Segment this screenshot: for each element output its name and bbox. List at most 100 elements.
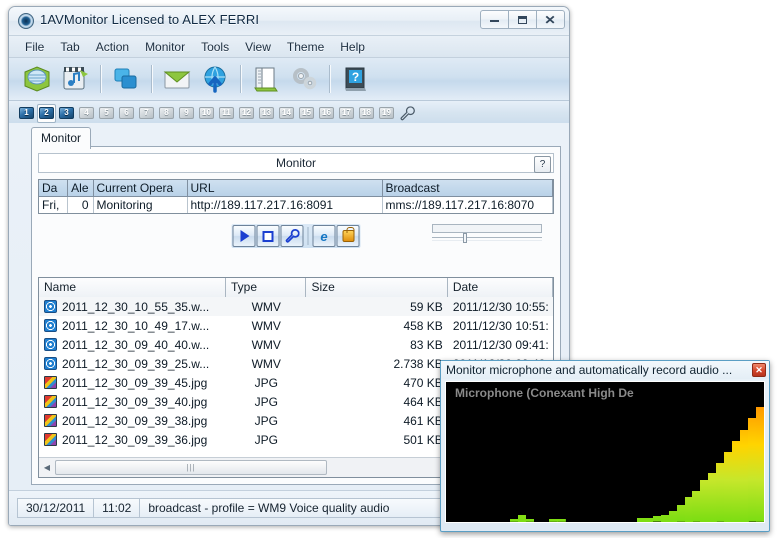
file-list-header: Name Type Size Date bbox=[39, 278, 553, 298]
menu-help[interactable]: Help bbox=[332, 38, 373, 56]
wmv-file-icon bbox=[44, 319, 57, 332]
jpg-file-icon bbox=[44, 414, 57, 427]
file-type: JPG bbox=[226, 414, 306, 428]
file-name-cell: 2011_12_30_09_40_40.w... bbox=[39, 338, 226, 352]
toolbar: ? bbox=[9, 58, 569, 101]
monitor-tab-15[interactable]: 15 bbox=[297, 104, 316, 123]
maximize-icon bbox=[518, 16, 527, 24]
gears-settings-icon[interactable] bbox=[286, 61, 322, 97]
lock-button[interactable] bbox=[337, 225, 360, 247]
monitor-tab-1[interactable]: 1 bbox=[17, 104, 36, 123]
monitor-tab-6[interactable]: 6 bbox=[117, 104, 136, 123]
mail-envelope-icon[interactable] bbox=[159, 61, 195, 97]
file-name-cell: 2011_12_30_10_49_17.w... bbox=[39, 319, 226, 333]
wrench-icon bbox=[285, 229, 299, 243]
menu-tools[interactable]: Tools bbox=[193, 38, 237, 56]
archive-inbox-icon[interactable] bbox=[19, 61, 55, 97]
toolbar-separator-4 bbox=[329, 65, 330, 93]
cell-alerts: 0 bbox=[67, 197, 93, 214]
menu-tab[interactable]: Tab bbox=[52, 38, 87, 56]
overlap-shapes-icon[interactable] bbox=[108, 61, 144, 97]
tab-monitor[interactable]: Monitor bbox=[31, 127, 91, 149]
file-size: 501 KB bbox=[306, 433, 447, 447]
monitor-tab-2[interactable]: 2 bbox=[37, 104, 56, 123]
monitor-status-grid: Da Ale Current Opera URL Broadcast Fri, … bbox=[38, 179, 554, 214]
toolbar-separator-3 bbox=[240, 65, 241, 93]
monitor-tab-19[interactable]: 19 bbox=[377, 104, 396, 123]
monitor-grid-header-row: Da Ale Current Opera URL Broadcast bbox=[39, 180, 553, 197]
transport-separator bbox=[308, 227, 309, 245]
browser-button[interactable]: e bbox=[313, 225, 336, 247]
help-book-icon[interactable]: ? bbox=[337, 61, 373, 97]
monitor-tab-4[interactable]: 4 bbox=[77, 104, 96, 123]
monitor-tab-13[interactable]: 13 bbox=[257, 104, 276, 123]
col-url[interactable]: URL bbox=[187, 180, 382, 197]
lock-icon bbox=[342, 230, 354, 242]
col-alerts[interactable]: Ale bbox=[67, 180, 93, 197]
monitor-tab-10[interactable]: 10 bbox=[197, 104, 216, 123]
list-item[interactable]: 2011_12_30_10_49_17.w... WMV 458 KB 2011… bbox=[39, 316, 553, 335]
globe-upload-icon[interactable] bbox=[197, 61, 233, 97]
stop-icon bbox=[263, 231, 274, 242]
col-size[interactable]: Size bbox=[306, 278, 447, 297]
scroll-left-arrow-icon[interactable]: ◀ bbox=[39, 459, 55, 476]
file-name-cell: 2011_12_30_09_39_38.jpg bbox=[39, 414, 226, 428]
slider-thumb[interactable] bbox=[463, 233, 467, 243]
table-row[interactable]: Fri, 0 Monitoring http://189.117.217.16:… bbox=[39, 197, 553, 214]
monitor-screen-icon: 7 bbox=[139, 107, 154, 119]
svg-text:?: ? bbox=[352, 70, 359, 84]
monitor-tab-18[interactable]: 18 bbox=[357, 104, 376, 123]
level-slider[interactable] bbox=[432, 236, 542, 240]
file-name: 2011_12_30_09_39_40.jpg bbox=[62, 395, 207, 409]
settings-wrench-button[interactable] bbox=[281, 225, 304, 247]
play-button[interactable] bbox=[233, 225, 256, 247]
file-date: 2011/12/30 10:55: bbox=[448, 300, 553, 314]
audio-spectrum bbox=[446, 382, 764, 522]
col-name[interactable]: Name bbox=[39, 278, 226, 297]
menu-action[interactable]: Action bbox=[88, 38, 137, 56]
microphone-close-button[interactable]: ✕ bbox=[752, 363, 766, 377]
monitor-tab-16[interactable]: 16 bbox=[317, 104, 336, 123]
monitor-screen-icon: 1 bbox=[19, 107, 34, 119]
window-title: 1AVMonitor Licensed to ALEX FERRI bbox=[40, 12, 259, 27]
file-type: JPG bbox=[226, 376, 306, 390]
list-item[interactable]: 2011_12_30_10_55_35.w... WMV 59 KB 2011/… bbox=[39, 297, 553, 316]
monitor-tab-5[interactable]: 5 bbox=[97, 104, 116, 123]
wmv-file-icon bbox=[44, 357, 57, 370]
list-item[interactable]: 2011_12_30_09_40_40.w... WMV 83 KB 2011/… bbox=[39, 335, 553, 354]
monitor-tab-11[interactable]: 11 bbox=[217, 104, 236, 123]
col-broadcast[interactable]: Broadcast bbox=[382, 180, 553, 197]
file-size: 83 KB bbox=[306, 338, 447, 352]
media-editor-icon[interactable] bbox=[57, 61, 93, 97]
menu-monitor[interactable]: Monitor bbox=[137, 38, 193, 56]
monitor-tab-14[interactable]: 14 bbox=[277, 104, 296, 123]
monitor-screen-icon: 19 bbox=[379, 107, 394, 119]
wrench-icon[interactable] bbox=[397, 104, 417, 123]
title-bar: 1AVMonitor Licensed to ALEX FERRI ✕ bbox=[9, 7, 569, 36]
maximize-button[interactable] bbox=[508, 10, 537, 29]
close-button[interactable]: ✕ bbox=[536, 10, 565, 29]
col-date[interactable]: Da bbox=[39, 180, 67, 197]
monitor-tab-3[interactable]: 3 bbox=[57, 104, 76, 123]
menu-view[interactable]: View bbox=[237, 38, 279, 56]
panel-help-button[interactable]: ? bbox=[534, 156, 551, 173]
monitor-tab-17[interactable]: 17 bbox=[337, 104, 356, 123]
book-icon[interactable] bbox=[248, 61, 284, 97]
monitor-tab-12[interactable]: 12 bbox=[237, 104, 256, 123]
col-current-operation[interactable]: Current Opera bbox=[93, 180, 187, 197]
transport-controls: e bbox=[232, 224, 361, 248]
monitor-screen-icon: 6 bbox=[119, 107, 134, 119]
col-type[interactable]: Type bbox=[226, 278, 306, 297]
menu-theme[interactable]: Theme bbox=[279, 38, 332, 56]
file-size: 2.738 KB bbox=[306, 357, 447, 371]
file-name-cell: 2011_12_30_09_39_45.jpg bbox=[39, 376, 226, 390]
monitor-tab-8[interactable]: 8 bbox=[157, 104, 176, 123]
col-date[interactable]: Date bbox=[448, 278, 553, 297]
monitor-tab-9[interactable]: 9 bbox=[177, 104, 196, 123]
minimize-button[interactable] bbox=[480, 10, 509, 29]
stop-button[interactable] bbox=[257, 225, 280, 247]
menu-file[interactable]: File bbox=[17, 38, 52, 56]
monitor-tab-7[interactable]: 7 bbox=[137, 104, 156, 123]
file-name-cell: 2011_12_30_10_55_35.w... bbox=[39, 300, 226, 314]
scrollbar-thumb[interactable]: ||| bbox=[55, 460, 327, 475]
